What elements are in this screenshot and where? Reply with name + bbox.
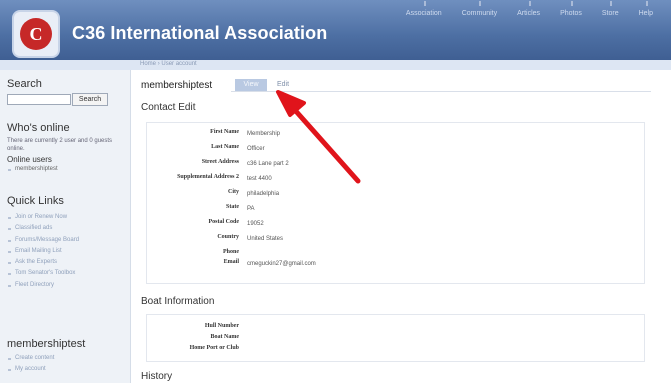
red-arrow-annotation <box>276 90 361 184</box>
